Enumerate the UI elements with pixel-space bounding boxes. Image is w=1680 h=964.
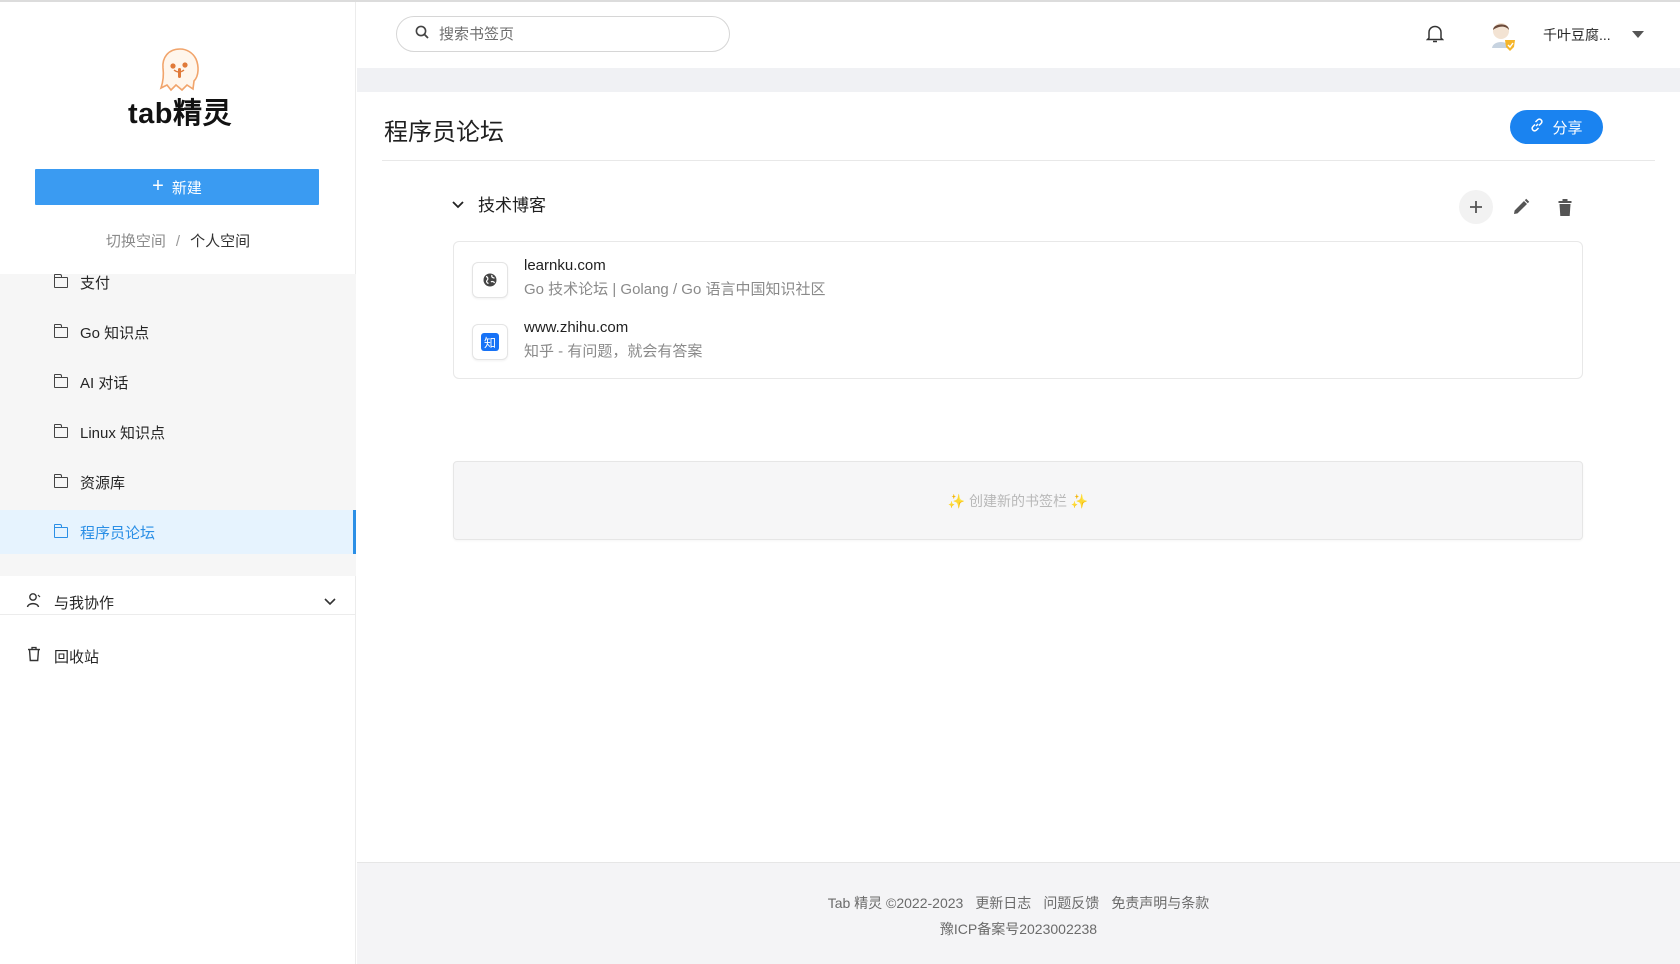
sidebar-divider <box>0 614 356 615</box>
trash-label: 回收站 <box>54 648 100 666</box>
app-logo[interactable]: tab精灵 <box>120 46 240 130</box>
app-name: tab精灵 <box>127 98 232 130</box>
current-space: 个人空间 <box>190 233 251 250</box>
collab-section[interactable]: 与我协作 <box>0 575 356 629</box>
zhihu-icon: 知 <box>472 324 508 360</box>
bookmark-card: learnku.com Go 技术论坛 | Golang / Go 语言中国知识… <box>453 241 1583 379</box>
sidebar-item-payment[interactable]: 支付 <box>0 260 356 304</box>
folder-icon <box>53 373 68 388</box>
bookmark-description: Go 技术论坛 | Golang / Go 语言中国知识社区 <box>524 281 826 298</box>
bookmark-item[interactable]: 知 www.zhihu.com 知乎 - 有问题，就会有答案 <box>472 318 702 362</box>
folder-label: 程序员论坛 <box>80 524 156 542</box>
zhihu-logo-text: 知 <box>481 333 499 351</box>
new-button-label: 新建 <box>171 179 202 197</box>
page-title: 程序员论坛 <box>384 119 504 146</box>
collab-label: 与我协作 <box>54 594 115 612</box>
folder-icon <box>53 423 68 438</box>
folder-list: 支付 Go 知识点 AI 对话 Linux 知识点 资源库 程序员论坛 <box>0 273 356 576</box>
trash-icon <box>1558 198 1572 216</box>
user-icon <box>26 592 42 612</box>
title-divider <box>382 160 1655 161</box>
folder-icon <box>53 473 68 488</box>
footer-links: Tab 精灵 ©2022-2023 更新日志 问题反馈 免责声明与条款 <box>357 893 1680 913</box>
caret-down-icon[interactable] <box>1632 31 1644 38</box>
folder-icon <box>53 323 68 338</box>
bookmark-item[interactable]: learnku.com Go 技术论坛 | Golang / Go 语言中国知识… <box>472 256 825 300</box>
footer: Tab 精灵 ©2022-2023 更新日志 问题反馈 免责声明与条款 豫ICP备案号… <box>357 862 1680 964</box>
folder-label: Go 知识点 <box>80 324 150 342</box>
trash-icon <box>26 646 42 666</box>
sidebar-item-resources[interactable]: 资源库 <box>0 460 356 504</box>
sidebar-item-trash[interactable]: 回收站 <box>0 629 356 683</box>
folder-label: 支付 <box>80 274 111 292</box>
sidebar-item-forum[interactable]: 程序员论坛 <box>0 510 356 554</box>
chevron-down-icon[interactable] <box>452 194 464 214</box>
chevron-down-icon[interactable] <box>324 593 336 610</box>
avatar[interactable] <box>1487 20 1517 52</box>
add-bookmark-button[interactable] <box>1459 190 1493 224</box>
globe-icon <box>472 262 508 298</box>
header-band <box>357 68 1680 92</box>
folder-label: Linux 知识点 <box>80 424 166 442</box>
bookmark-domain[interactable]: learnku.com <box>524 256 825 276</box>
search-input[interactable] <box>439 25 699 43</box>
delete-group-button[interactable] <box>1548 190 1582 224</box>
bookmark-description: 知乎 - 有问题，就会有答案 <box>524 343 703 360</box>
group-header[interactable]: 技术博客 <box>452 191 546 216</box>
feedback-link[interactable]: 问题反馈 <box>1043 895 1099 911</box>
create-bookmark-bar-button[interactable]: ✨ 创建新的书签栏 ✨ <box>453 461 1583 540</box>
sidebar: tab精灵 + 新建 切换空间 / 个人空间 支付 Go 知识点 AI 对话 Lin… <box>0 2 356 964</box>
folder-icon <box>53 523 68 538</box>
pencil-icon <box>1514 198 1530 214</box>
icp-record[interactable]: 豫ICP备案号2023002238 <box>357 919 1680 939</box>
new-button[interactable]: + 新建 <box>35 169 319 205</box>
sidebar-item-linux[interactable]: Linux 知识点 <box>0 410 356 454</box>
folder-icon <box>53 273 68 288</box>
bookmark-domain[interactable]: www.zhihu.com <box>524 318 702 338</box>
link-icon <box>1530 118 1544 136</box>
plus-icon <box>1470 201 1482 213</box>
edit-group-button[interactable] <box>1504 190 1538 224</box>
search-box[interactable] <box>396 16 730 52</box>
folder-label: AI 对话 <box>80 374 129 392</box>
group-title: 技术博客 <box>478 196 546 215</box>
terms-link[interactable]: 免责声明与条款 <box>1111 895 1209 911</box>
sidebar-item-ai[interactable]: AI 对话 <box>0 360 356 404</box>
share-button[interactable]: 分享 <box>1510 110 1603 144</box>
plus-icon: + <box>152 175 164 197</box>
copyright: Tab 精灵 ©2022-2023 <box>827 895 964 911</box>
username[interactable]: 千叶豆腐... <box>1543 25 1611 45</box>
sidebar-item-go[interactable]: Go 知识点 <box>0 310 356 354</box>
folder-label: 资源库 <box>80 474 126 492</box>
switch-space-link[interactable]: 切换空间 <box>106 233 166 250</box>
ghost-logo-icon <box>159 48 199 92</box>
space-breadcrumb: 切换空间 / 个人空间 <box>0 230 356 251</box>
search-icon <box>415 25 429 44</box>
changelog-link[interactable]: 更新日志 <box>975 895 1031 911</box>
share-label: 分享 <box>1552 119 1583 137</box>
breadcrumb-separator: / <box>175 233 181 250</box>
bell-icon[interactable] <box>1425 24 1445 49</box>
